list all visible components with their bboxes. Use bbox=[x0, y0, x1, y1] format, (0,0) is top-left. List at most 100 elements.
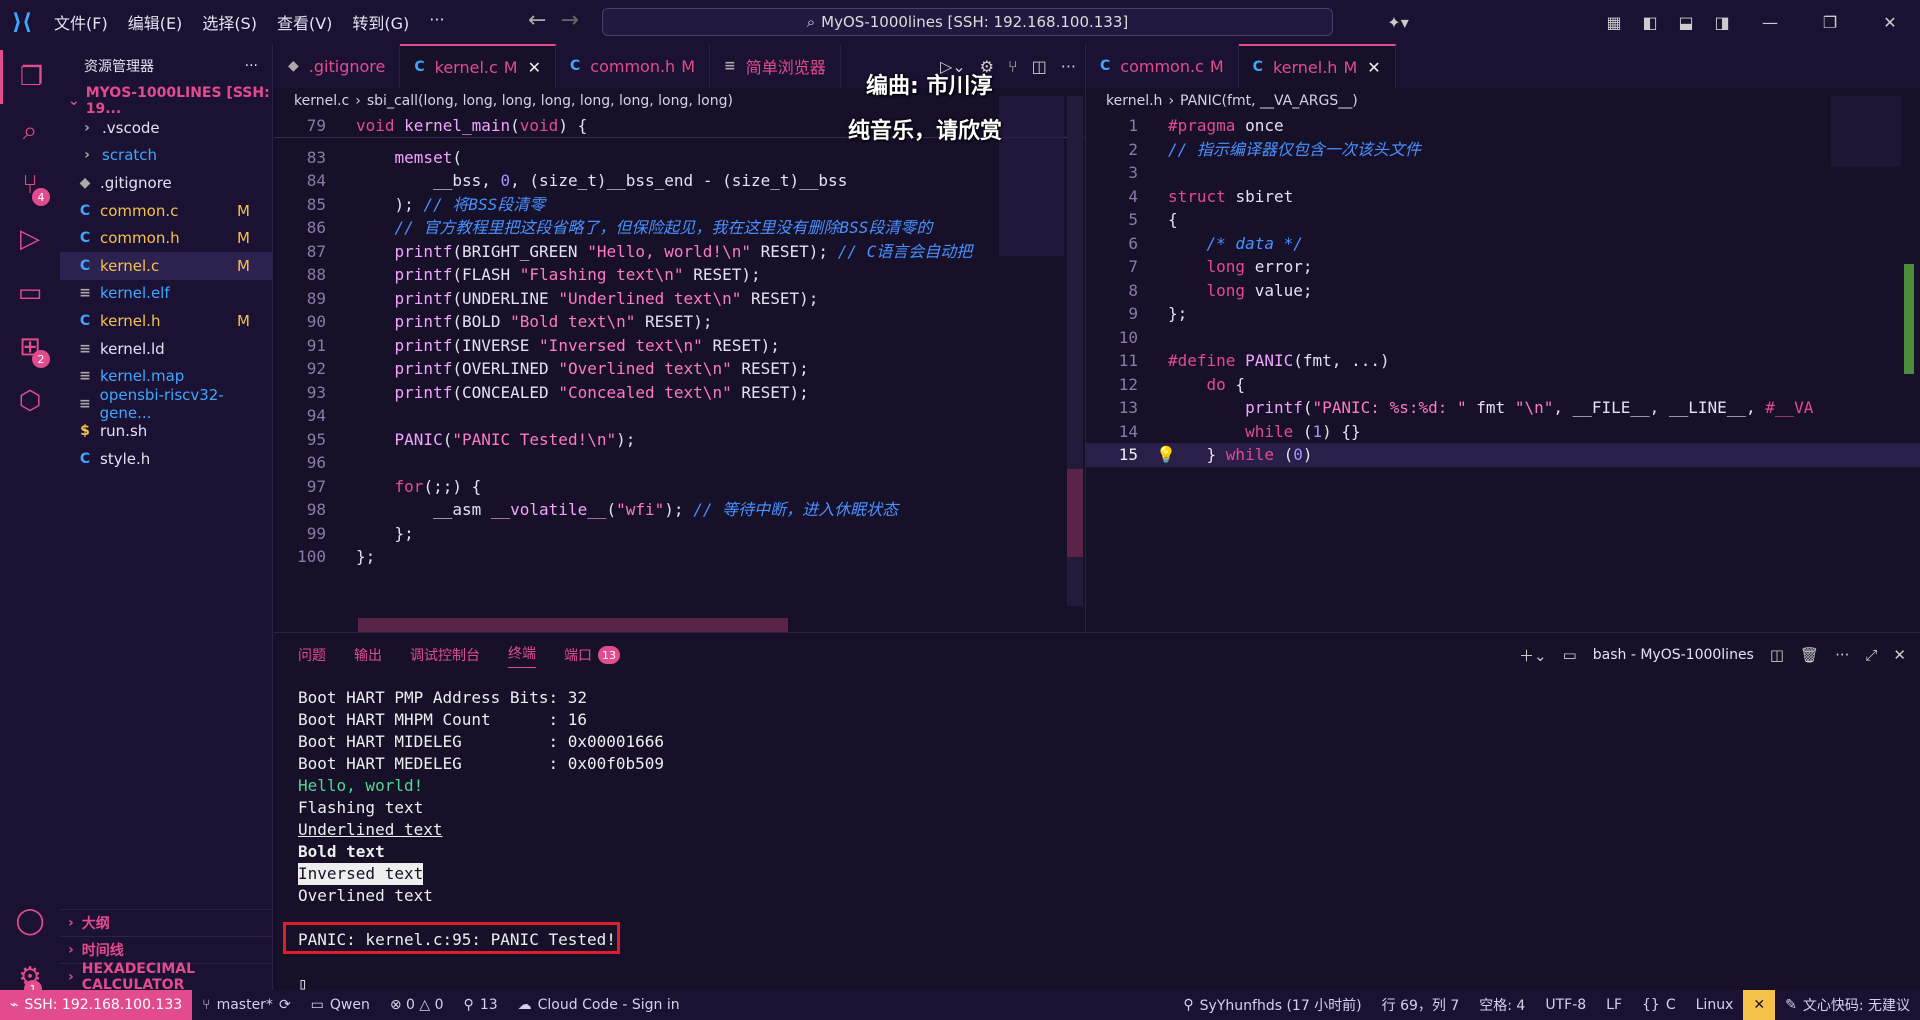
file-tree-item[interactable]: ≡ kernel.elf bbox=[60, 280, 272, 308]
remote-explorer-icon[interactable]: ▭ bbox=[0, 266, 60, 320]
source-control-icon[interactable]: ⑂ 4 bbox=[0, 158, 60, 212]
git-blame-indicator[interactable]: ⚲ SyYhunfhds (17 小时前) bbox=[1173, 995, 1371, 1015]
scrollbar-thumb[interactable] bbox=[1067, 469, 1083, 557]
minimap[interactable] bbox=[999, 96, 1064, 256]
more-actions-icon[interactable]: ··· bbox=[1061, 57, 1076, 76]
run-debug-icon[interactable]: ▷ bbox=[0, 212, 60, 266]
qwen-indicator[interactable]: ▭ Qwen bbox=[301, 997, 380, 1013]
editor-tab[interactable]: Ccommon.c M bbox=[1086, 44, 1239, 88]
assistant-indicator[interactable]: ✎ 文心快码: 无建议 bbox=[1775, 995, 1920, 1015]
close-window-button[interactable]: ✕ bbox=[1860, 0, 1920, 44]
problems-indicator[interactable]: ⊗ 0 △ 0 bbox=[380, 997, 454, 1013]
file-tree-item[interactable]: ≡ opensbi-riscv32-gene... bbox=[60, 386, 272, 422]
panel-tab[interactable]: 问题 bbox=[298, 645, 326, 665]
restore-button[interactable]: ❐ bbox=[1800, 0, 1860, 44]
breadcrumb-item[interactable]: sbi_call(long, long, long, long, long, l… bbox=[367, 93, 733, 109]
close-tab-icon[interactable]: ✕ bbox=[528, 58, 541, 77]
remote-ssh-indicator[interactable]: ⌁ SSH: 192.168.100.133 bbox=[0, 990, 193, 1020]
menu-item[interactable]: 选择(S) bbox=[192, 10, 267, 34]
sidebar-section[interactable]: › 时间线 bbox=[60, 936, 273, 963]
more-actions-icon[interactable]: ··· bbox=[1835, 646, 1849, 664]
encoding[interactable]: UTF-8 bbox=[1535, 997, 1596, 1013]
toggle-panel-icon[interactable]: ⬓ bbox=[1672, 8, 1700, 36]
project-name: MYOS-1000LINES [SSH: 19... bbox=[85, 85, 270, 117]
sidebar-section[interactable]: › 大纲 bbox=[60, 909, 273, 936]
indentation[interactable]: 空格: 4 bbox=[1469, 995, 1535, 1015]
file-tree-item[interactable]: › scratch bbox=[60, 142, 272, 170]
compare-icon[interactable]: ⑂ bbox=[1008, 57, 1018, 76]
language-mode[interactable]: {} C bbox=[1632, 997, 1686, 1013]
forward-arrow-icon[interactable]: → bbox=[560, 8, 578, 33]
copilot-icon[interactable]: ✦▾ bbox=[1384, 8, 1412, 36]
menu-item[interactable]: 查看(V) bbox=[267, 10, 342, 34]
split-editor-icon[interactable]: ◫ bbox=[1032, 57, 1047, 76]
toggle-sidebar-icon[interactable]: ◧ bbox=[1636, 8, 1664, 36]
modified-indicator: M bbox=[1209, 56, 1224, 76]
project-folder[interactable]: ⌄ MYOS-1000LINES [SSH: 19... bbox=[60, 85, 272, 117]
panel-tab[interactable]: 端口 bbox=[564, 645, 592, 665]
file-tree-item[interactable]: ◆ .gitignore bbox=[60, 169, 272, 197]
close-panel-icon[interactable]: ✕ bbox=[1893, 646, 1906, 664]
more-actions-icon[interactable]: ··· bbox=[245, 58, 258, 74]
menu-item[interactable]: 文件(F) bbox=[44, 10, 118, 34]
extensions-icon[interactable]: ⊞ 2 bbox=[0, 320, 60, 374]
horizontal-scrollbar[interactable] bbox=[358, 618, 788, 632]
hexagon-extension-icon[interactable]: ⬡ bbox=[0, 374, 60, 428]
panel-tab[interactable]: 终端 bbox=[508, 643, 536, 668]
cloud-code-indicator[interactable]: ☁ Cloud Code - Sign in bbox=[508, 997, 690, 1013]
trash-icon[interactable]: 🗑 bbox=[1800, 646, 1819, 664]
minimap[interactable] bbox=[1831, 96, 1901, 166]
account-icon[interactable]: ◯ bbox=[0, 894, 60, 948]
minimize-button[interactable]: — bbox=[1740, 0, 1800, 44]
editor-tab[interactable]: Ckernel.h M ✕ bbox=[1238, 44, 1396, 88]
end-of-line[interactable]: LF bbox=[1596, 997, 1632, 1013]
code-text: while (1) {} bbox=[1245, 421, 1361, 441]
file-tree-item[interactable]: ≡ kernel.ld bbox=[60, 335, 272, 363]
os-indicator[interactable]: Linux bbox=[1686, 997, 1744, 1013]
close-tab-icon[interactable]: ✕ bbox=[1367, 58, 1380, 77]
file-icon: ≡ bbox=[79, 368, 91, 385]
lightbulb-icon[interactable]: 💡 bbox=[1156, 443, 1176, 467]
file-tree-item[interactable]: Ccommon.h M bbox=[60, 224, 272, 252]
editor-tab[interactable]: Ckernel.c M ✕ bbox=[400, 44, 556, 88]
explorer-icon[interactable]: ❐ bbox=[0, 50, 60, 104]
toggle-secondary-sidebar-icon[interactable]: ◨ bbox=[1708, 8, 1736, 36]
pin-icon[interactable]: ✕ bbox=[1743, 990, 1776, 1020]
file-tree-item[interactable]: Cstyle.h bbox=[60, 445, 272, 473]
code-line: 87 printf(BRIGHT_GREEN "Hello, world!\n"… bbox=[274, 240, 1084, 264]
file-tree-item[interactable]: Ckernel.h M bbox=[60, 307, 272, 335]
panel-tab[interactable]: 输出 bbox=[354, 645, 382, 665]
search-icon[interactable]: ⌕ bbox=[0, 104, 60, 158]
file-tree-item[interactable]: Ckernel.c M bbox=[60, 251, 272, 280]
editor-tab[interactable]: ≡ 简单浏览器 bbox=[710, 44, 841, 88]
menu-item[interactable]: ··· bbox=[419, 10, 454, 34]
split-terminal-icon[interactable]: ◫ bbox=[1770, 646, 1784, 664]
customize-layout-icon[interactable]: ▦ bbox=[1600, 8, 1628, 36]
file-tree-item[interactable]: Ccommon.c M bbox=[60, 197, 272, 225]
file-tree-item[interactable]: › .vscode bbox=[60, 114, 272, 142]
sidebar-section[interactable]: › HEXADECIMAL CALCULATOR bbox=[60, 961, 273, 993]
command-center[interactable]: ⌕ MyOS-1000lines [SSH: 192.168.100.133] bbox=[602, 8, 1333, 36]
terminal-name[interactable]: bash - MyOS-1000lines bbox=[1593, 647, 1754, 663]
ports-indicator[interactable]: ⚲ 13 bbox=[454, 997, 508, 1013]
menu-item[interactable]: 编辑(E) bbox=[118, 10, 193, 34]
breadcrumb-item[interactable]: kernel.h bbox=[1106, 93, 1162, 109]
editor-tab[interactable]: ◆ .gitignore bbox=[274, 44, 401, 88]
menu-item[interactable]: 转到(G) bbox=[342, 10, 419, 34]
branch-indicator[interactable]: ⑂ master* ⟳ bbox=[192, 997, 301, 1013]
new-terminal-icon[interactable]: ＋⌄ bbox=[1519, 645, 1547, 666]
back-arrow-icon[interactable]: ← bbox=[528, 8, 546, 33]
maximize-panel-icon[interactable]: ⤢ bbox=[1865, 646, 1877, 664]
line-number: 15 bbox=[1118, 445, 1138, 464]
scrollbar-marker bbox=[1904, 264, 1914, 374]
breadcrumb-item[interactable]: kernel.c bbox=[294, 93, 349, 109]
editor-tab[interactable]: Ccommon.h M bbox=[556, 44, 711, 88]
breadcrumb-item[interactable]: PANIC(fmt, __VA_ARGS__) bbox=[1180, 93, 1358, 109]
code-area[interactable]: 1 #pragma once 2 // 指示编译器仅包含一次该头文件 3 4 struct … bbox=[1086, 114, 1920, 467]
cursor-position[interactable]: 行 69，列 7 bbox=[1372, 995, 1470, 1015]
activity-bar: ❐ ⌕ ⑂ 4 ▷ ▭ ⊞ 2 ⬡ ◯ ⚙ 1 bbox=[0, 44, 60, 998]
tab-label: common.h bbox=[590, 56, 676, 76]
panel-tab[interactable]: 调试控制台 bbox=[410, 645, 480, 665]
file-tree-item[interactable]: $ run.sh bbox=[60, 418, 272, 446]
code-area[interactable]: 79 void kernel_main(void) {83 memset(84 _… bbox=[274, 114, 1084, 569]
